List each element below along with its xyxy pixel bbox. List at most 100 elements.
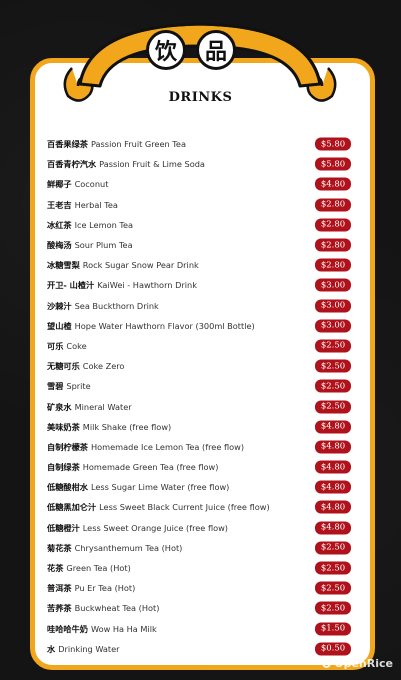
menu-item-english-name: Less Sweet Orange Juice (free flow)	[82, 522, 229, 533]
menu-item: 低糖酸柑水 Less Sugar Lime Water (free flow) $4…	[47, 477, 351, 497]
menu-item: 冰红茶 Ice Lemon Tea $2.80	[47, 215, 351, 235]
menu-item-price: $5.80	[315, 137, 351, 151]
menu-item-chinese-name: 低糖橙汁	[47, 522, 80, 533]
menu-item-english-name: Rock Sugar Snow Pear Drink	[82, 260, 199, 271]
menu-item-chinese-name: 冰红茶	[47, 219, 72, 230]
menu-item-chinese-name: 望山楂	[47, 320, 72, 331]
menu-item: 酸梅汤 Sour Plum Tea $2.80	[47, 235, 351, 255]
menu-item-price: $2.50	[315, 581, 351, 595]
menu-item-name: 无糖可乐 Coke Zero	[47, 360, 124, 372]
menu-item-name: 低糖酸柑水 Less Sugar Lime Water (free flow)	[47, 481, 229, 493]
menu-item-english-name: Drinking Water	[58, 643, 120, 654]
menu-item: 鲜椰子 Coconut $4.80	[47, 174, 351, 194]
menu-item-name: 可乐 Coke	[47, 340, 87, 352]
menu-item-chinese-name: 自制柠檬茶	[47, 441, 88, 452]
menu-item-chinese-name: 冰糖雪梨	[47, 260, 80, 271]
menu-item-price: $4.80	[315, 500, 351, 514]
menu-item-price: $4.80	[315, 440, 351, 454]
menu-item-chinese-name: 开卫- 山楂汁	[47, 280, 95, 291]
menu-item-english-name: Hope Water Hawthorn Flavor (300ml Bottle…	[74, 320, 255, 331]
menu-item: 苦荞茶 Buckwheat Tea (Hot) $2.50	[47, 598, 351, 618]
menu-item-price: $2.50	[315, 601, 351, 615]
menu-item-price: $2.50	[315, 359, 351, 373]
menu-item-name: 低糖黑加仑汁 Less Sweet Black Current Juice (fr…	[47, 501, 270, 513]
menu-item-name: 望山楂 Hope Water Hawthorn Flavor (300ml Bot…	[47, 320, 255, 332]
menu-item-name: 冰糖雪梨 Rock Sugar Snow Pear Drink	[47, 259, 199, 271]
menu-item-name: 菊花茶 Chrysanthemum Tea (Hot)	[47, 542, 182, 554]
menu-item: 沙棘汁 Sea Buckthorn Drink $3.00	[47, 296, 351, 316]
menu-item-name: 美味奶茶 Milk Shake (free flow)	[47, 421, 171, 433]
menu-item-name: 花茶 Green Tea (Hot)	[47, 562, 131, 574]
watermark: OpenRice	[322, 657, 393, 670]
menu-item: 百香青柠汽水 Passion Fruit & Lime Soda $5.80	[47, 154, 351, 174]
menu-item-english-name: Coconut	[74, 179, 109, 190]
menu-item-name: 水 Drinking Water	[47, 643, 120, 655]
menu-item-chinese-name: 雪碧	[47, 381, 64, 392]
menu-item-english-name: Sour Plum Tea	[74, 240, 133, 251]
menu-item-name: 王老吉 Herbal Tea	[47, 199, 118, 211]
menu-item-price: $4.80	[315, 460, 351, 474]
menu-item-price: $2.50	[315, 561, 351, 575]
menu-item-name: 沙棘汁 Sea Buckthorn Drink	[47, 300, 159, 312]
menu-item-english-name: Sprite	[66, 381, 91, 392]
menu-item-name: 酸梅汤 Sour Plum Tea	[47, 239, 133, 251]
menu-item-english-name: Mineral Water	[74, 401, 132, 412]
menu-item-price: $2.80	[315, 238, 351, 252]
menu-item-english-name: Less Sweet Black Current Juice (free flo…	[99, 502, 270, 513]
menu-item-price: $1.50	[315, 622, 351, 636]
menu-item-price: $4.80	[315, 177, 351, 191]
menu-item: 无糖可乐 Coke Zero $2.50	[47, 356, 351, 376]
menu-item: 哇哈哈牛奶 Wow Ha Ha Milk $1.50	[47, 619, 351, 639]
menu-item-price: $4.80	[315, 480, 351, 494]
menu-item-english-name: Ice Lemon Tea	[74, 219, 134, 230]
menu-item-chinese-name: 低糖酸柑水	[47, 482, 88, 493]
menu-item-chinese-name: 自制绿茶	[47, 462, 80, 473]
menu-item-price: $4.80	[315, 420, 351, 434]
menu-item-name: 低糖橙汁 Less Sweet Orange Juice (free flow)	[47, 522, 228, 534]
menu-item-price: $2.50	[315, 339, 351, 353]
menu-item-chinese-name: 低糖黑加仑汁	[47, 502, 97, 513]
menu-item-name: 哇哈哈牛奶 Wow Ha Ha Milk	[47, 623, 157, 635]
menu-item-english-name: Less Sugar Lime Water (free flow)	[90, 482, 230, 493]
menu-item-name: 苦荞茶 Buckwheat Tea (Hot)	[47, 602, 159, 614]
menu-item-english-name: Coke Zero	[82, 361, 125, 372]
menu-item-price: $2.80	[315, 198, 351, 212]
menu-item-chinese-name: 花茶	[47, 563, 64, 574]
menu-item-price: $3.00	[315, 278, 351, 292]
menu-item-chinese-name: 哇哈哈牛奶	[47, 623, 88, 634]
menu-item-name: 自制柠檬茶 Homemade Ice Lemon Tea (free flow)	[47, 441, 244, 453]
menu-item-chinese-name: 普洱茶	[47, 583, 72, 594]
menu-item-price: $2.50	[315, 400, 351, 414]
menu-item: 百香果绿茶 Passion Fruit Green Tea $5.80	[47, 134, 351, 154]
menu-item: 冰糖雪梨 Rock Sugar Snow Pear Drink $2.80	[47, 255, 351, 275]
menu-item: 雪碧 Sprite $2.50	[47, 376, 351, 396]
menu-item-english-name: Homemade Ice Lemon Tea (free flow)	[90, 441, 245, 452]
watermark-logo-icon	[322, 659, 332, 668]
menu-item: 望山楂 Hope Water Hawthorn Flavor (300ml Bot…	[47, 316, 351, 336]
menu-item-price: $2.50	[315, 379, 351, 393]
menu-item-chinese-name: 水	[47, 643, 56, 654]
menu-item-chinese-name: 酸梅汤	[47, 240, 72, 251]
menu-item-chinese-name: 王老吉	[47, 199, 72, 210]
menu-item: 自制绿茶 Homemade Green Tea (free flow) $4.80	[47, 457, 351, 477]
menu-item-chinese-name: 无糖可乐	[47, 361, 80, 372]
menu-item-name: 自制绿茶 Homemade Green Tea (free flow)	[47, 461, 218, 473]
menu-item-name: 冰红茶 Ice Lemon Tea	[47, 219, 133, 231]
menu-item-name: 鲜椰子 Coconut	[47, 178, 108, 190]
menu-item-name: 矿泉水 Mineral Water	[47, 401, 132, 413]
menu-item-english-name: Herbal Tea	[74, 199, 118, 210]
menu-item-name: 开卫- 山楂汁 KaiWei - Hawthorn Drink	[47, 279, 197, 291]
title-char-badge: 饮	[146, 30, 186, 70]
menu-item: 普洱茶 Pu Er Tea (Hot) $2.50	[47, 578, 351, 598]
menu-item-english-name: Milk Shake (free flow)	[82, 421, 172, 432]
menu-item-chinese-name: 百香果绿茶	[47, 139, 88, 150]
menu-item-name: 百香果绿茶 Passion Fruit Green Tea	[47, 138, 186, 150]
menu-item-english-name: Chrysanthemum Tea (Hot)	[74, 542, 183, 553]
menu-item-chinese-name: 菊花茶	[47, 542, 72, 553]
drinks-list: 百香果绿茶 Passion Fruit Green Tea $5.80 百香青柠汽水 P…	[47, 134, 351, 659]
menu-item-chinese-name: 美味奶茶	[47, 421, 80, 432]
menu-item: 矿泉水 Mineral Water $2.50	[47, 396, 351, 416]
menu-item-english-name: Homemade Green Tea (free flow)	[82, 462, 219, 473]
menu-item: 菊花茶 Chrysanthemum Tea (Hot) $2.50	[47, 538, 351, 558]
menu-item-name: 百香青柠汽水 Passion Fruit & Lime Soda	[47, 158, 205, 170]
